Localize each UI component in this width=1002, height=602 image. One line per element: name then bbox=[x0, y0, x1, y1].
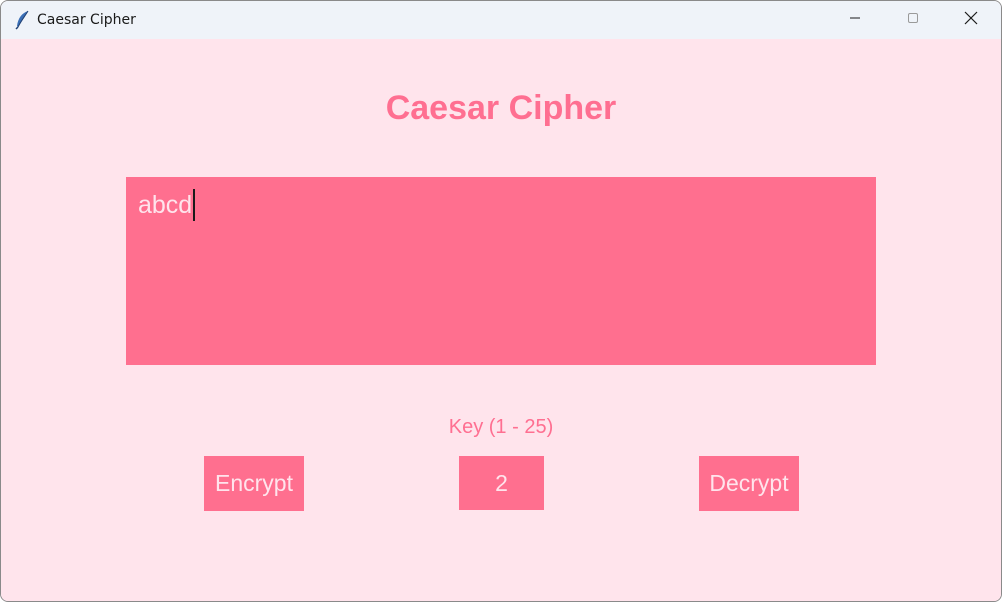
main-content: Caesar Cipher abcd Key (1 - 25) Encrypt … bbox=[1, 39, 1001, 601]
maximize-icon bbox=[907, 11, 919, 29]
key-label: Key (1 - 25) bbox=[448, 416, 554, 438]
key-input[interactable]: 2 bbox=[459, 456, 544, 510]
close-button[interactable] bbox=[942, 1, 1000, 39]
encrypt-button-label: Encrypt bbox=[215, 470, 293, 496]
minimize-button[interactable] bbox=[826, 1, 884, 39]
app-window: Caesar Cipher Caesar Cipher abcd Key (1 … bbox=[0, 0, 1002, 602]
page-title: Caesar Cipher bbox=[385, 89, 617, 127]
message-text: abcd bbox=[138, 191, 193, 219]
encrypt-button[interactable]: Encrypt bbox=[204, 456, 304, 511]
text-caret bbox=[193, 189, 196, 221]
feather-icon bbox=[13, 10, 31, 30]
minimize-icon bbox=[849, 11, 861, 29]
decrypt-button-label: Decrypt bbox=[709, 470, 789, 496]
maximize-button[interactable] bbox=[884, 1, 942, 39]
window-title: Caesar Cipher bbox=[37, 12, 136, 28]
title-bar[interactable]: Caesar Cipher bbox=[1, 1, 1001, 39]
message-textarea[interactable]: abcd bbox=[126, 177, 876, 365]
key-value: 2 bbox=[495, 469, 508, 496]
close-icon bbox=[964, 11, 978, 30]
decrypt-button[interactable]: Decrypt bbox=[699, 456, 799, 511]
